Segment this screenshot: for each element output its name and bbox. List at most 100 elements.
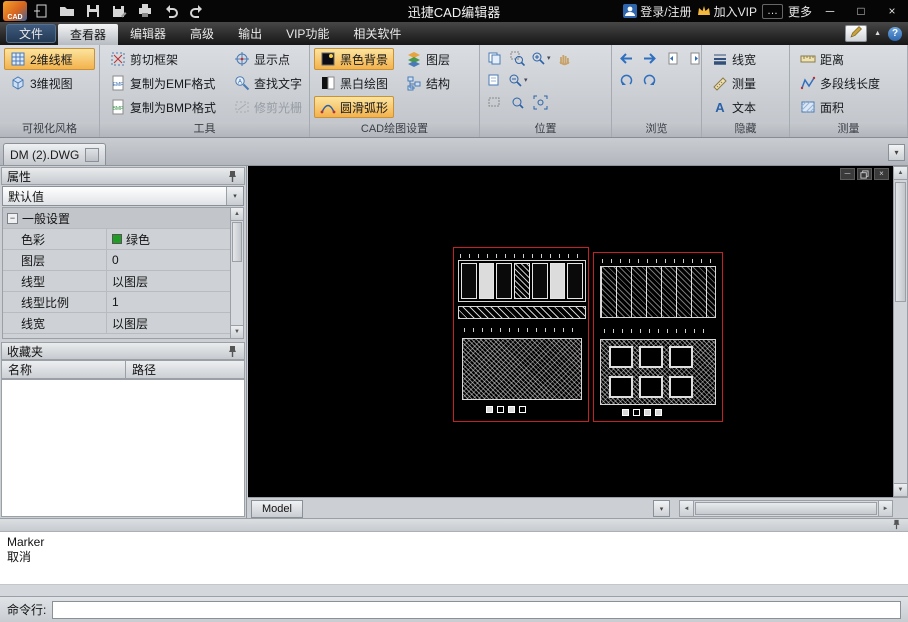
- clip-frame-button[interactable]: 剪切框架: [104, 48, 222, 70]
- scroll-up-icon[interactable]: ▲: [894, 167, 907, 180]
- property-row-linetype-scale[interactable]: 线型比例 1: [3, 292, 230, 313]
- save-as-button[interactable]: [107, 1, 131, 21]
- new-file-button[interactable]: [29, 1, 53, 21]
- minimize-button[interactable]: ─: [817, 1, 843, 21]
- mdi-restore-icon[interactable]: [857, 168, 872, 180]
- property-scrollbar[interactable]: ▲ ▼: [230, 207, 244, 339]
- layers-label: 图层: [426, 51, 450, 68]
- pin-icon[interactable]: [226, 170, 239, 183]
- favorites-name-column[interactable]: 名称: [2, 361, 126, 378]
- next-view-button[interactable]: [639, 70, 660, 90]
- save-button[interactable]: [81, 1, 105, 21]
- zoom-out-button[interactable]: ▾: [507, 70, 529, 90]
- area-button[interactable]: 面积: [794, 96, 903, 118]
- menu-vip-features[interactable]: VIP功能: [274, 22, 341, 45]
- find-text-button[interactable]: A 查找文字: [228, 72, 308, 94]
- smooth-arc-button[interactable]: 圆滑弧形: [314, 96, 394, 118]
- layers-button[interactable]: 图层: [400, 48, 456, 70]
- scroll-down-icon[interactable]: ▼: [231, 325, 243, 338]
- model-tab[interactable]: Model: [251, 500, 303, 518]
- login-button[interactable]: 登录/注册: [623, 3, 691, 20]
- collapse-ribbon-button[interactable]: ▲: [874, 30, 881, 37]
- hide-measure-button[interactable]: 测量: [706, 72, 785, 94]
- pin-icon[interactable]: [226, 345, 239, 358]
- property-row-linetype[interactable]: 线型 以图层: [3, 271, 230, 292]
- document-tab-close-icon[interactable]: [85, 148, 99, 162]
- vertical-scrollbar[interactable]: ▲ ▼: [893, 166, 908, 497]
- command-input[interactable]: [52, 601, 901, 619]
- property-row-lineweight[interactable]: 线宽 以图层: [3, 313, 230, 334]
- wireframe-2d-button[interactable]: 2维线框: [4, 48, 95, 70]
- favorites-path-column[interactable]: 路径: [126, 361, 162, 378]
- bw-drawing-button[interactable]: 黑白绘图: [314, 72, 394, 94]
- layout-dropdown[interactable]: ▾: [653, 500, 670, 517]
- mdi-window-controls: ─ ×: [840, 168, 889, 180]
- zoom-extents-button[interactable]: [530, 92, 551, 112]
- copy-bmp-button[interactable]: BMP 复制为BMP格式: [104, 96, 222, 118]
- favorites-list[interactable]: [1, 379, 245, 517]
- pin-icon[interactable]: [891, 519, 904, 532]
- print-button[interactable]: [133, 1, 157, 21]
- hide-text-button[interactable]: A 文本: [706, 96, 785, 118]
- menu-related-software[interactable]: 相关软件: [341, 22, 413, 45]
- back-button[interactable]: [616, 48, 637, 68]
- zoom-window-button[interactable]: [507, 48, 528, 68]
- more-button[interactable]: 更多: [788, 3, 812, 20]
- maximize-button[interactable]: □: [848, 1, 874, 21]
- zoom-in-button[interactable]: ▾: [530, 48, 552, 68]
- join-vip-button[interactable]: 加入VIP: [697, 3, 757, 20]
- previous-view-button[interactable]: [616, 70, 637, 90]
- svg-text:BMP: BMP: [113, 106, 125, 112]
- menu-viewer[interactable]: 查看器: [58, 24, 118, 45]
- copy-view-button[interactable]: [484, 48, 505, 68]
- property-row-color[interactable]: 色彩 绿色: [3, 229, 230, 250]
- property-group-row[interactable]: − 一般设置: [3, 208, 230, 229]
- mdi-minimize-icon[interactable]: ─: [840, 168, 855, 180]
- black-background-button[interactable]: 黑色背景: [314, 48, 394, 70]
- line-width-button[interactable]: 线宽: [706, 48, 785, 70]
- scrollbar-thumb[interactable]: [695, 502, 877, 515]
- mdi-close-icon[interactable]: ×: [874, 168, 889, 180]
- undo-button[interactable]: [159, 1, 183, 21]
- show-points-button[interactable]: 显示点: [228, 48, 308, 70]
- document-tab[interactable]: DM (2).DWG: [3, 143, 106, 165]
- collapse-icon[interactable]: −: [7, 213, 18, 224]
- more-options-button[interactable]: …: [762, 4, 783, 19]
- forward-button[interactable]: [639, 48, 660, 68]
- menu-output[interactable]: 输出: [226, 22, 274, 45]
- copy-bmp-label: 复制为BMP格式: [130, 99, 216, 116]
- open-file-button[interactable]: [55, 1, 79, 21]
- close-button[interactable]: ×: [879, 1, 905, 21]
- scrollbar-thumb[interactable]: [232, 222, 242, 262]
- pan-button[interactable]: [554, 48, 575, 68]
- help-button[interactable]: ?: [888, 27, 902, 41]
- zoom-previous-button[interactable]: [507, 92, 528, 112]
- redo-button[interactable]: [185, 1, 209, 21]
- select-area-button[interactable]: [484, 92, 505, 112]
- copy-frame-button[interactable]: [484, 70, 505, 90]
- scrollbar-thumb[interactable]: [895, 182, 906, 302]
- structure-button[interactable]: 结构: [400, 72, 456, 94]
- view-3d-button[interactable]: 3维视图: [4, 72, 95, 94]
- drawing-canvas[interactable]: ─ ×: [248, 166, 893, 497]
- menu-editor[interactable]: 编辑器: [118, 22, 178, 45]
- scroll-right-icon[interactable]: ►: [878, 501, 892, 516]
- scroll-up-icon[interactable]: ▲: [231, 208, 243, 221]
- preset-combobox[interactable]: 默认值 ▾: [2, 186, 244, 206]
- command-history[interactable]: Marker 取消: [0, 532, 908, 584]
- scroll-left-icon[interactable]: ◄: [680, 501, 694, 516]
- polyline-length-button[interactable]: 多段线长度: [794, 72, 903, 94]
- horizontal-scrollbar[interactable]: ◄ ►: [679, 500, 893, 517]
- distance-button[interactable]: 距离: [794, 48, 903, 70]
- property-row-layer[interactable]: 图层 0: [3, 250, 230, 271]
- quick-edit-button[interactable]: [845, 25, 867, 42]
- first-page-button[interactable]: [662, 48, 683, 68]
- scroll-down-icon[interactable]: ▼: [894, 483, 907, 496]
- menu-file[interactable]: 文件: [6, 24, 56, 43]
- command-history-panel: Marker 取消: [0, 518, 908, 596]
- tab-list-dropdown[interactable]: ▾: [888, 144, 905, 161]
- ribbon: 2维线框 3维视图 可视化风格 剪切框架 EMF 复制为EMF格式 BM: [0, 45, 908, 138]
- copy-emf-button[interactable]: EMF 复制为EMF格式: [104, 72, 222, 94]
- combo-dropdown-icon[interactable]: ▾: [226, 187, 243, 205]
- menu-advanced[interactable]: 高级: [178, 22, 226, 45]
